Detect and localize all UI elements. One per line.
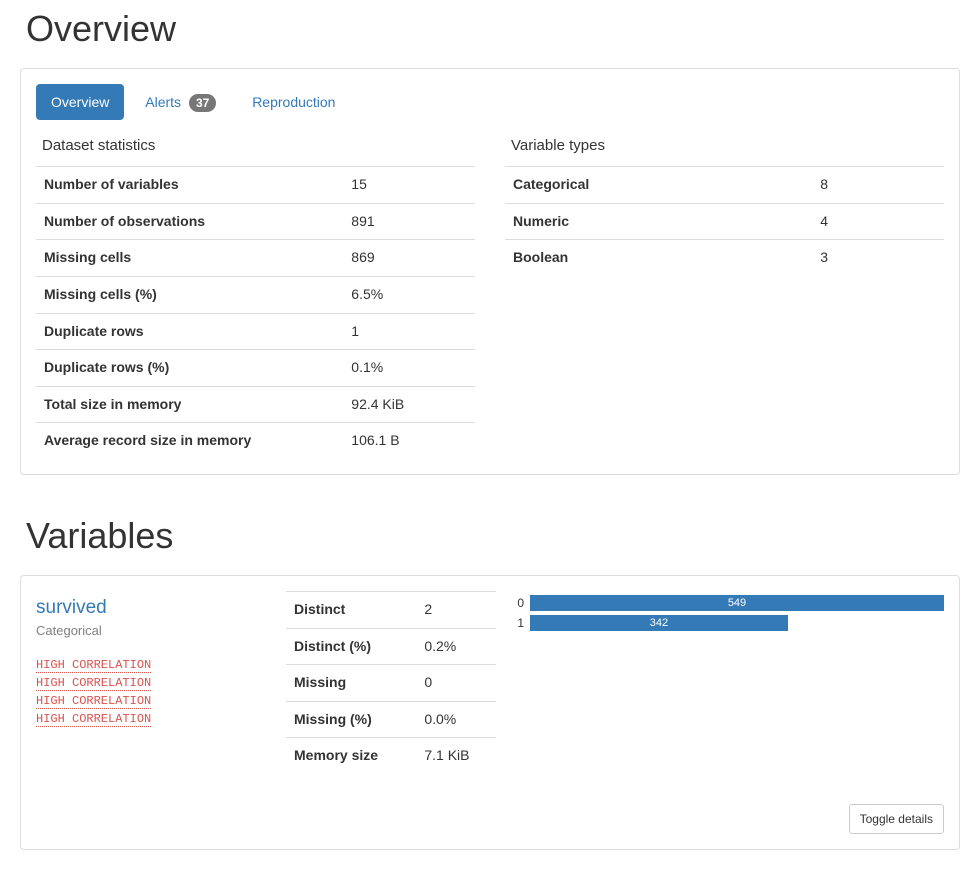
stat-value: 869 [343, 240, 475, 277]
table-row: Duplicate rows 1 [36, 313, 475, 350]
table-row: Duplicate rows (%) 0.1% [36, 350, 475, 387]
tab-overview[interactable]: Overview [36, 84, 124, 120]
alerts-count-badge: 37 [189, 94, 216, 112]
freq-bar-label: 0 [516, 596, 530, 610]
stat-value: 0.0% [416, 701, 496, 738]
stat-label: Missing (%) [286, 701, 416, 738]
stat-label: Number of observations [36, 203, 343, 240]
variable-freq-chart: 05491342 [516, 591, 944, 635]
tab-reproduction-label: Reproduction [252, 94, 335, 110]
stat-label: Total size in memory [36, 386, 343, 423]
table-row: Average record size in memory 106.1 B [36, 423, 475, 459]
variable-types-col: Variable types Categorical 8 Numeric 4 B… [505, 137, 944, 459]
freq-bar-row: 0549 [516, 595, 944, 611]
dataset-stats-title: Dataset statistics [42, 137, 475, 154]
stat-label: Duplicate rows (%) [36, 350, 343, 387]
table-row: Number of variables 15 [36, 167, 475, 204]
stat-label: Average record size in memory [36, 423, 343, 459]
type-value: 4 [812, 203, 944, 240]
table-row: Missing (%) 0.0% [286, 701, 496, 738]
stat-value: 0.2% [416, 628, 496, 665]
table-row: Missing cells (%) 6.5% [36, 277, 475, 314]
stat-label: Duplicate rows [36, 313, 343, 350]
page-title-variables: Variables [26, 515, 960, 557]
freq-bar-track: 549 [530, 595, 944, 611]
variable-stats: Distinct 2 Distinct (%) 0.2% Missing 0 M… [286, 591, 496, 774]
stat-value: 2 [416, 592, 496, 629]
tab-alerts-label: Alerts [145, 94, 181, 110]
dataset-stats-table: Number of variables 15 Number of observa… [36, 166, 475, 459]
table-row: Memory size 7.1 KiB [286, 738, 496, 774]
stat-value: 891 [343, 203, 475, 240]
stat-value: 106.1 B [343, 423, 475, 459]
page-title-overview: Overview [26, 8, 960, 50]
variable-types-table: Categorical 8 Numeric 4 Boolean 3 [505, 166, 944, 276]
stat-value: 92.4 KiB [343, 386, 475, 423]
overview-tabs: Overview Alerts 37 Reproduction [36, 84, 944, 122]
warning-tag[interactable]: HIGH CORRELATION [36, 676, 151, 691]
table-row: Missing cells 869 [36, 240, 475, 277]
freq-bar-label: 1 [516, 616, 530, 630]
stat-label: Missing [286, 665, 416, 702]
freq-bar-fill: 549 [530, 595, 944, 611]
toggle-details-button[interactable]: Toggle details [849, 804, 944, 834]
variable-type: Categorical [36, 623, 266, 638]
stat-value: 15 [343, 167, 475, 204]
variable-warnings: HIGH CORRELATION HIGH CORRELATION HIGH C… [36, 658, 266, 727]
tab-overview-label: Overview [51, 94, 109, 110]
variable-panel-survived: survived Categorical HIGH CORRELATION HI… [20, 575, 960, 850]
tab-alerts[interactable]: Alerts 37 [130, 84, 231, 122]
dataset-stats-col: Dataset statistics Number of variables 1… [36, 137, 475, 459]
table-row: Categorical 8 [505, 167, 944, 204]
variable-types-title: Variable types [511, 137, 944, 154]
warning-tag[interactable]: HIGH CORRELATION [36, 694, 151, 709]
freq-bar-row: 1342 [516, 615, 944, 631]
stat-value: 0.1% [343, 350, 475, 387]
table-row: Boolean 3 [505, 240, 944, 276]
stat-value: 1 [343, 313, 475, 350]
stat-label: Distinct (%) [286, 628, 416, 665]
warning-tag[interactable]: HIGH CORRELATION [36, 658, 151, 673]
stat-value: 0 [416, 665, 496, 702]
table-row: Distinct (%) 0.2% [286, 628, 496, 665]
variable-name: survived [36, 597, 266, 619]
table-row: Total size in memory 92.4 KiB [36, 386, 475, 423]
type-label: Categorical [505, 167, 812, 204]
type-label: Numeric [505, 203, 812, 240]
freq-bar-track: 342 [530, 615, 944, 631]
stat-label: Memory size [286, 738, 416, 774]
table-row: Number of observations 891 [36, 203, 475, 240]
stat-label: Distinct [286, 592, 416, 629]
overview-panel: Overview Alerts 37 Reproduction Dataset … [20, 68, 960, 475]
variable-meta: survived Categorical HIGH CORRELATION HI… [36, 591, 266, 730]
table-row: Distinct 2 [286, 592, 496, 629]
stat-value: 7.1 KiB [416, 738, 496, 774]
type-value: 8 [812, 167, 944, 204]
warning-tag[interactable]: HIGH CORRELATION [36, 712, 151, 727]
type-value: 3 [812, 240, 944, 276]
stat-value: 6.5% [343, 277, 475, 314]
stat-label: Missing cells [36, 240, 343, 277]
table-row: Numeric 4 [505, 203, 944, 240]
freq-bar-fill: 342 [530, 615, 788, 631]
type-label: Boolean [505, 240, 812, 276]
table-row: Missing 0 [286, 665, 496, 702]
stat-label: Number of variables [36, 167, 343, 204]
stat-label: Missing cells (%) [36, 277, 343, 314]
tab-reproduction[interactable]: Reproduction [237, 84, 350, 120]
